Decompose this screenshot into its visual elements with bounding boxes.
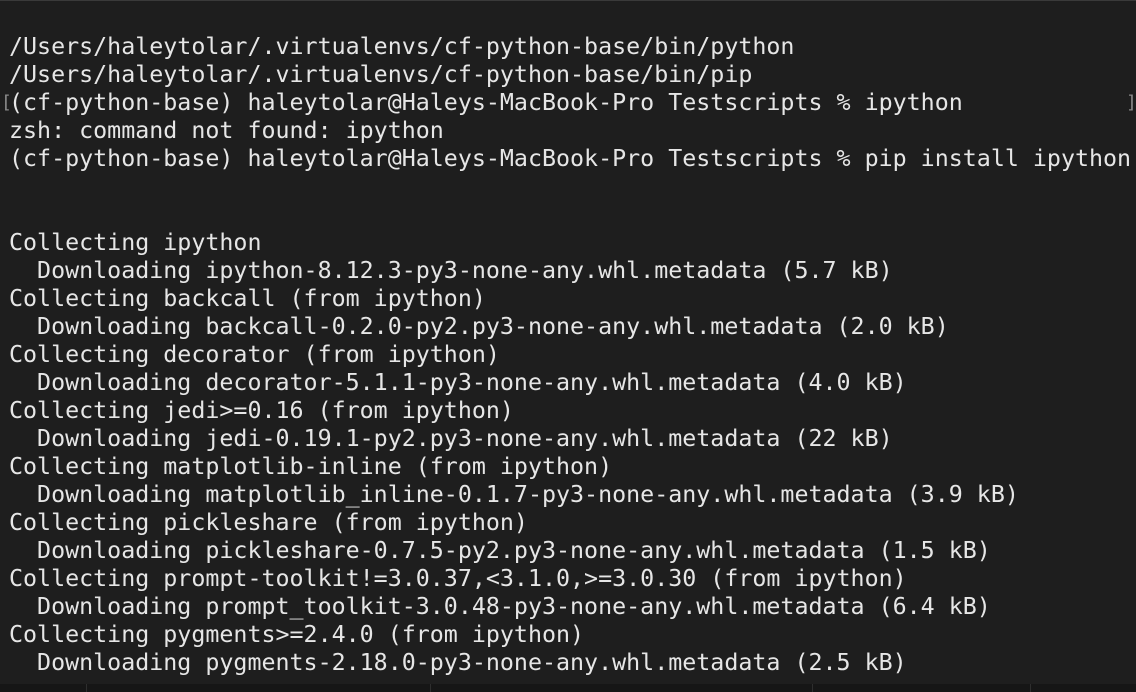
terminal-line: Collecting pickleshare (from ipython) — [9, 509, 528, 536]
terminal-line: Downloading jedi-0.19.1-py2.py3-none-any… — [9, 425, 893, 452]
strip-divider — [812, 684, 813, 692]
terminal-line: Downloading backcall-0.2.0-py2.py3-none-… — [9, 313, 949, 340]
terminal-line: Collecting backcall (from ipython) — [9, 285, 486, 312]
terminal-line: Collecting jedi>=0.16 (from ipython) — [9, 397, 514, 424]
terminal-line: Collecting prompt-toolkit!=3.0.37,<3.1.0… — [9, 565, 907, 592]
strip-divider — [430, 684, 431, 692]
terminal-output[interactable]: /Users/haleytolar/.virtualenvs/cf-python… — [9, 33, 1131, 677]
terminal-line: Downloading matplotlib_inline-0.1.7-py3-… — [9, 481, 1019, 508]
terminal-line: Downloading decorator-5.1.1-py3-none-any… — [9, 369, 907, 396]
terminal-line-prompt: (cf-python-base) haleytolar@Haleys-MacBo… — [9, 89, 963, 116]
terminal-line: Downloading prompt_toolkit-3.0.48-py3-no… — [9, 593, 991, 620]
terminal-line: Downloading pickleshare-0.7.5-py2.py3-no… — [9, 537, 991, 564]
strip-divider — [1030, 684, 1031, 692]
terminal-line: Collecting ipython — [9, 229, 262, 256]
terminal-line: Downloading ipython-8.12.3-py3-none-any.… — [9, 257, 893, 284]
mark-bracket-right: ] — [1126, 92, 1136, 113]
terminal-line: Collecting decorator (from ipython) — [9, 341, 500, 368]
dock-strip — [0, 684, 1136, 692]
terminal-line: Collecting pygments>=2.4.0 (from ipython… — [9, 621, 585, 648]
terminal-line-prompt: (cf-python-base) haleytolar@Haleys-MacBo… — [9, 145, 1132, 172]
mark-bracket-left: [ — [1, 92, 12, 113]
terminal-line: /Users/haleytolar/.virtualenvs/cf-python… — [9, 61, 753, 88]
terminal-line: Collecting matplotlib-inline (from ipyth… — [9, 453, 613, 480]
terminal-window[interactable]: /Users/haleytolar/.virtualenvs/cf-python… — [0, 0, 1136, 692]
terminal-line: /Users/haleytolar/.virtualenvs/cf-python… — [9, 33, 795, 60]
strip-divider — [86, 684, 87, 692]
terminal-line: Downloading pygments-2.18.0-py3-none-any… — [9, 649, 907, 676]
terminal-line-error: zsh: command not found: ipython — [9, 117, 444, 144]
